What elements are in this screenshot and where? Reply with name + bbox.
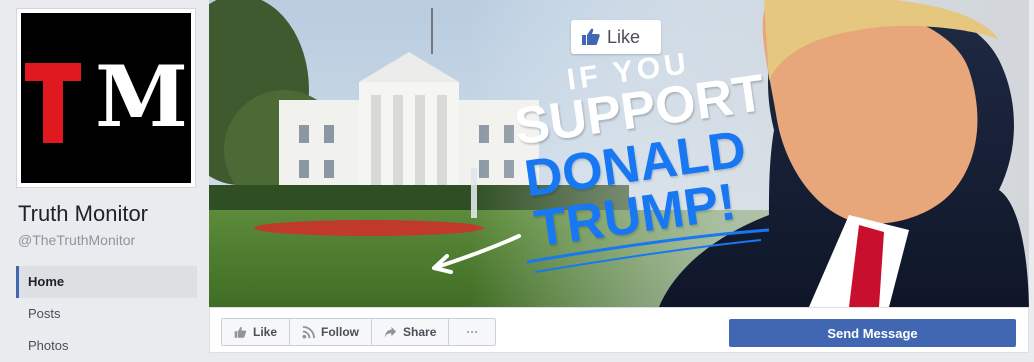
- like-badge-label: Like: [607, 26, 641, 47]
- logo-m-glyph: M: [95, 47, 188, 146]
- nav-item-home[interactable]: Home: [16, 266, 197, 298]
- thumbs-up-icon: [234, 326, 247, 339]
- logo-t-glyph: [25, 63, 81, 143]
- thumbs-up-icon: [581, 27, 601, 47]
- page-actions: Like Follow Share ···: [221, 318, 497, 346]
- follow-button-label: Follow: [321, 325, 360, 339]
- follow-button[interactable]: Follow: [290, 319, 373, 345]
- nav-item-posts[interactable]: Posts: [16, 298, 197, 330]
- profile-picture-logo: M: [21, 13, 191, 183]
- share-button-label: Share: [403, 325, 437, 339]
- page-handle[interactable]: @TheTruthMonitor: [18, 232, 135, 248]
- like-button[interactable]: Like: [222, 319, 291, 345]
- like-badge: Like: [571, 20, 661, 54]
- share-arrow-icon: [384, 326, 397, 339]
- profile-picture-frame[interactable]: M: [16, 8, 196, 188]
- like-button-label: Like: [253, 325, 278, 339]
- more-dots-icon: ···: [466, 325, 479, 339]
- share-button[interactable]: Share: [372, 319, 450, 345]
- page-title: Truth Monitor: [18, 201, 149, 226]
- cover-photo[interactable]: Like IF YOU SUPPORT DONALD TRUMP!: [209, 0, 1029, 307]
- more-options-button[interactable]: ···: [449, 319, 495, 345]
- page-nav: Home Posts Photos: [16, 266, 197, 362]
- rss-icon: [302, 325, 316, 339]
- nav-item-photos[interactable]: Photos: [16, 330, 197, 362]
- send-message-button[interactable]: Send Message: [729, 319, 1016, 347]
